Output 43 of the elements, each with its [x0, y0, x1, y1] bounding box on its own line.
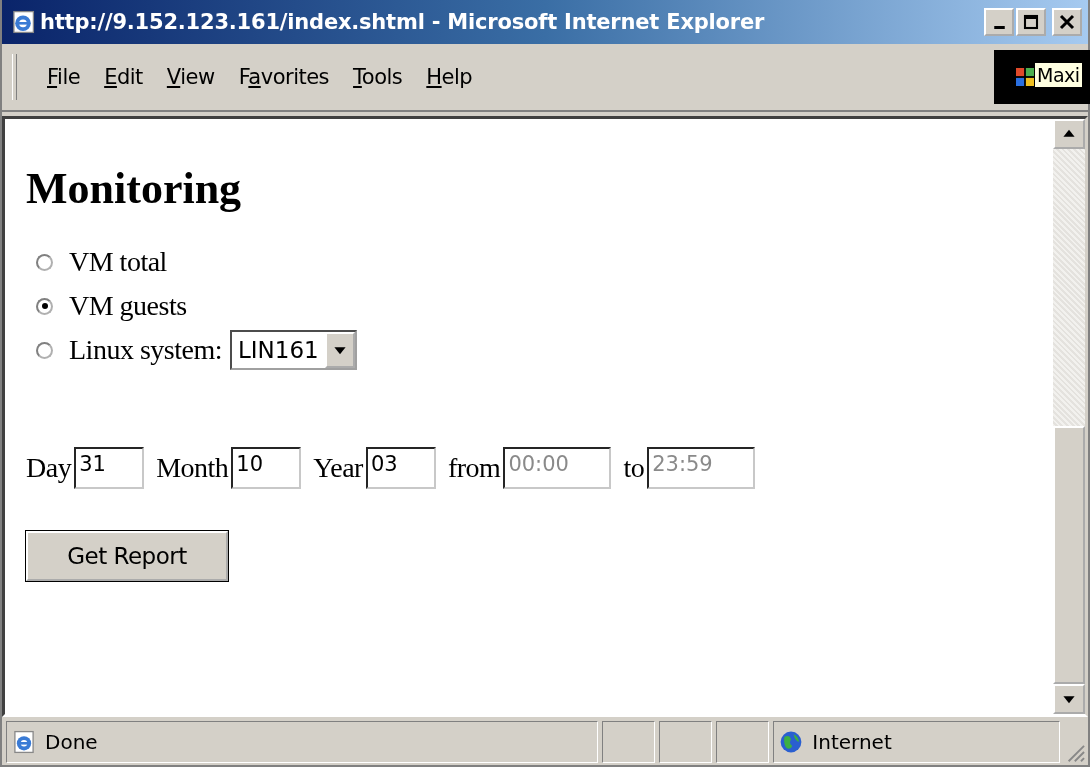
scroll-thumb[interactable] — [1053, 426, 1085, 684]
status-pane — [601, 721, 655, 763]
radio-button[interactable] — [36, 253, 53, 271]
minimize-button[interactable] — [984, 8, 1014, 36]
windows-flag-icon — [1016, 68, 1034, 86]
close-icon — [1058, 13, 1076, 31]
input-field[interactable]: 03 — [365, 447, 436, 490]
field-label: from — [447, 452, 501, 485]
field-label: Year — [313, 452, 363, 485]
maximize-button[interactable] — [1016, 8, 1046, 36]
status-pane — [658, 721, 713, 763]
status-text: Done — [45, 730, 98, 754]
menu-item[interactable]: Favorites — [226, 61, 342, 93]
menu-item[interactable]: View — [154, 61, 227, 93]
radio-button[interactable] — [36, 297, 53, 315]
field-label: Month — [156, 452, 229, 485]
option-label: Linux system: — [69, 334, 222, 367]
input-field[interactable]: 10 — [231, 447, 302, 490]
get-report-button[interactable]: Get Report — [26, 531, 228, 582]
page-heading: Monitoring — [26, 165, 243, 214]
menu-item[interactable]: Tools — [341, 61, 415, 93]
window-title: http://9.152.123.161/index.shtml - Microsoft Internet Explorer — [40, 10, 766, 34]
menu-item[interactable]: Help — [414, 61, 485, 93]
field-label: to — [623, 452, 645, 485]
input-field[interactable]: 31 — [74, 447, 145, 490]
close-button[interactable] — [1052, 8, 1082, 36]
vertical-scrollbar[interactable] — [1053, 119, 1085, 714]
radio-button[interactable] — [36, 341, 53, 359]
page-icon — [11, 729, 37, 755]
status-pane — [716, 721, 770, 763]
menu-item[interactable]: File — [35, 61, 93, 93]
zone-label: Internet — [812, 730, 892, 754]
field-label: Day — [26, 452, 72, 485]
browser-logo-icon — [10, 9, 36, 35]
menu-item[interactable]: Edit — [92, 61, 155, 93]
maximize-icon — [1022, 13, 1040, 31]
dropdown[interactable]: LIN161 — [229, 330, 357, 371]
scroll-up-button[interactable] — [1053, 119, 1085, 149]
option-label: VM total — [69, 246, 167, 279]
scroll-down-button[interactable] — [1053, 684, 1085, 714]
option-label: VM guests — [69, 290, 187, 323]
minimize-icon — [993, 25, 1005, 29]
tooltip: Maxi — [1034, 62, 1083, 88]
